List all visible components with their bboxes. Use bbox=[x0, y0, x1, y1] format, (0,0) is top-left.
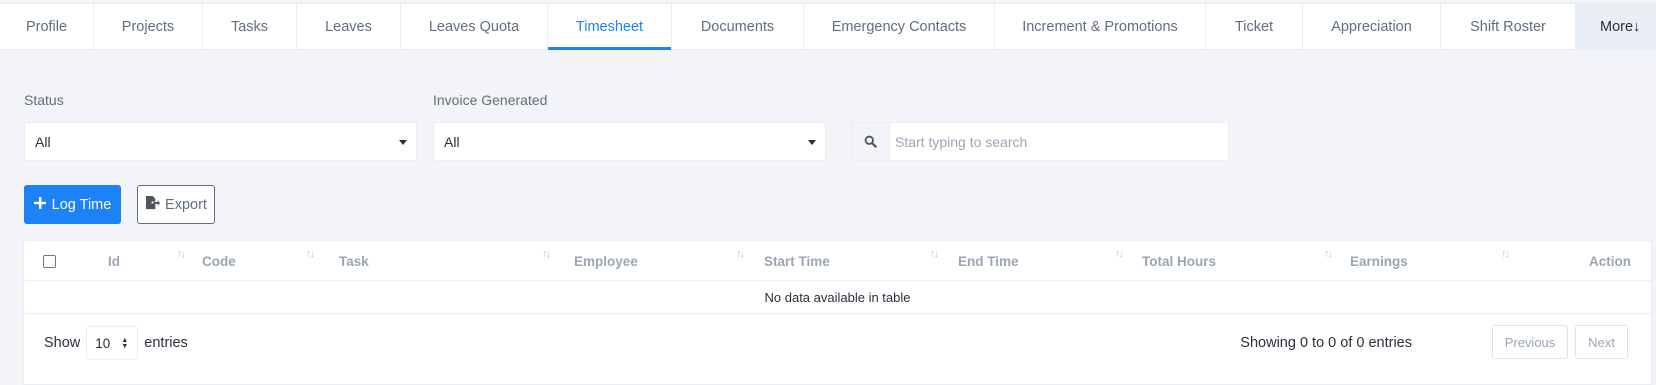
column-header-action: Action bbox=[1589, 253, 1631, 269]
updown-arrows-icon: ▲ ▼ bbox=[121, 337, 129, 350]
tab-increment-promotions[interactable]: Increment & Promotions bbox=[995, 4, 1206, 49]
page-length-select[interactable]: 10 ▲ ▼ bbox=[86, 326, 139, 360]
tab-timesheet[interactable]: Timesheet bbox=[548, 4, 672, 50]
select-all-checkbox[interactable] bbox=[43, 255, 56, 268]
timesheet-table: Id ↑↓ Code ↑↓ Task ↑↓ Employee ↑↓ Start … bbox=[23, 240, 1652, 385]
tab-shift-roster[interactable]: Shift Roster bbox=[1441, 4, 1576, 49]
sort-icon: ↑↓ bbox=[306, 248, 315, 260]
status-filter-label: Status bbox=[24, 92, 64, 108]
column-header-earnings[interactable]: Earnings bbox=[1350, 241, 1408, 281]
sort-icon: ↑↓ bbox=[1324, 248, 1333, 260]
tab-ticket[interactable]: Ticket bbox=[1206, 4, 1303, 49]
sort-icon: ↑↓ bbox=[1115, 248, 1124, 260]
sort-icon: ↑↓ bbox=[542, 248, 551, 260]
status-filter-select[interactable]: All bbox=[24, 122, 417, 161]
column-header-code[interactable]: Code bbox=[202, 241, 236, 281]
sort-icon: ↑↓ bbox=[177, 248, 186, 260]
plus-icon bbox=[33, 196, 46, 213]
chevron-down-icon bbox=[399, 140, 407, 145]
show-label: Show bbox=[44, 335, 81, 351]
column-header-start-time[interactable]: Start Time bbox=[764, 241, 830, 281]
search-input[interactable] bbox=[889, 122, 1229, 161]
next-page-button[interactable]: Next bbox=[1575, 325, 1628, 359]
export-label: Export bbox=[165, 196, 207, 213]
status-filter-value: All bbox=[35, 133, 51, 150]
column-header-id[interactable]: Id bbox=[108, 241, 120, 281]
search-box bbox=[851, 122, 1229, 161]
tab-emergency-contacts[interactable]: Emergency Contacts bbox=[804, 4, 995, 49]
tab-more[interactable]: More↓ bbox=[1576, 4, 1656, 49]
page-length-control: Show 10 ▲ ▼ entries bbox=[44, 326, 188, 360]
empty-table-message: No data available in table bbox=[24, 281, 1651, 314]
column-header-task[interactable]: Task bbox=[339, 241, 369, 281]
invoice-filter-select[interactable]: All bbox=[433, 122, 826, 161]
log-time-button[interactable]: Log Time bbox=[24, 185, 121, 224]
tab-tasks[interactable]: Tasks bbox=[203, 4, 297, 49]
entries-label: entries bbox=[144, 335, 188, 351]
page-length-value: 10 bbox=[95, 335, 111, 351]
search-icon bbox=[851, 122, 889, 161]
chevron-down-icon bbox=[808, 140, 816, 145]
profile-tabs: Profile Projects Tasks Leaves Leaves Quo… bbox=[0, 3, 1656, 50]
tab-documents[interactable]: Documents bbox=[672, 4, 804, 49]
column-header-employee[interactable]: Employee bbox=[574, 241, 638, 281]
previous-page-button[interactable]: Previous bbox=[1492, 325, 1568, 359]
sort-icon: ↑↓ bbox=[930, 248, 939, 260]
tab-leaves-quota[interactable]: Leaves Quota bbox=[401, 4, 548, 49]
tab-leaves[interactable]: Leaves bbox=[297, 4, 401, 49]
sort-icon: ↑↓ bbox=[736, 248, 745, 260]
log-time-label: Log Time bbox=[51, 196, 112, 213]
table-info: Showing 0 to 0 of 0 entries bbox=[1240, 335, 1412, 351]
file-export-icon bbox=[145, 195, 161, 214]
sort-icon: ↑↓ bbox=[1501, 248, 1510, 260]
column-header-total-hours[interactable]: Total Hours bbox=[1142, 241, 1216, 281]
tab-projects[interactable]: Projects bbox=[94, 4, 203, 49]
invoice-filter-label: Invoice Generated bbox=[433, 92, 548, 108]
invoice-filter-value: All bbox=[444, 133, 460, 150]
table-header: Id ↑↓ Code ↑↓ Task ↑↓ Employee ↑↓ Start … bbox=[24, 241, 1651, 281]
export-button[interactable]: Export bbox=[137, 185, 215, 224]
column-header-end-time[interactable]: End Time bbox=[958, 241, 1019, 281]
tab-profile[interactable]: Profile bbox=[0, 4, 94, 49]
tab-appreciation[interactable]: Appreciation bbox=[1303, 4, 1441, 49]
